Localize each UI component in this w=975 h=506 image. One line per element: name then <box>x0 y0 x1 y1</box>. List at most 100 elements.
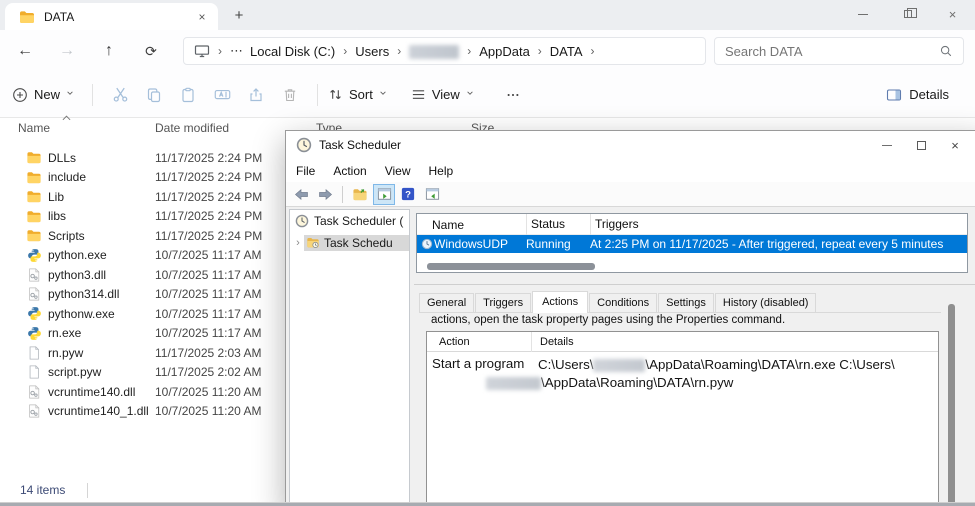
file-date-modified: 11/17/2025 2:24 PM <box>155 229 262 243</box>
status-bar: 14 items <box>0 478 283 502</box>
tree-item-task-scheduler-local[interactable]: Task Scheduler ( <box>290 210 409 231</box>
refresh-button[interactable]: ⟳ <box>134 43 168 60</box>
rename-button[interactable] <box>205 86 239 103</box>
ts-tab[interactable]: Triggers <box>475 293 531 312</box>
back-button[interactable]: ← <box>8 42 42 60</box>
forward-button[interactable] <box>314 184 336 205</box>
breadcrumb-segment[interactable]: Local Disk (C:) <box>250 44 335 59</box>
file-row[interactable]: Lib 11/17/2025 2:24 PM <box>0 187 283 207</box>
column-header-name[interactable]: Name <box>417 218 526 232</box>
view-lines-icon <box>411 87 426 102</box>
actions-list-panel: Action Details Start a program C:\Users\… <box>426 331 939 506</box>
restore-button[interactable] <box>885 0 930 28</box>
pane-splitter[interactable] <box>414 284 975 285</box>
new-tab-button[interactable]: + <box>228 5 250 27</box>
file-row[interactable]: python3.dll 10/7/2025 11:17 AM <box>0 265 283 285</box>
breadcrumb-segment[interactable] <box>409 43 459 59</box>
file-row[interactable]: rn.exe 10/7/2025 11:17 AM <box>0 324 283 344</box>
column-header-triggers[interactable]: Triggers <box>590 214 967 235</box>
explorer-tab-active[interactable]: DATA × <box>5 3 218 30</box>
toolbar-divider <box>92 84 93 106</box>
window-bottom-edge <box>0 502 975 506</box>
paste-button[interactable] <box>171 87 205 103</box>
tree-item-task-scheduler-library[interactable]: › Task Schedu <box>290 232 409 253</box>
file-icon <box>26 364 42 380</box>
file-row[interactable]: vcruntime140.dll 10/7/2025 11:20 AM <box>0 382 283 402</box>
view-button[interactable]: View <box>411 87 474 102</box>
menu-item[interactable]: Help <box>429 164 454 178</box>
action-row[interactable]: Start a program C:\Users\\AppData\Roamin… <box>427 352 938 392</box>
breadcrumb-chevron-icon: › <box>591 44 595 58</box>
file-row[interactable]: python314.dll 10/7/2025 11:17 AM <box>0 285 283 305</box>
menu-bar: File Action View Help <box>286 159 975 182</box>
up-button[interactable]: ↑ <box>92 42 126 60</box>
file-row[interactable]: DLLs 11/17/2025 2:24 PM <box>0 148 283 168</box>
show-hide-tree-folder-button[interactable] <box>349 184 371 205</box>
details-line-1: C:\Users\\AppData\Roaming\DATA\rn.exe C:… <box>538 357 895 372</box>
file-row[interactable]: libs 11/17/2025 2:24 PM <box>0 207 283 227</box>
sort-label: Sort <box>349 87 373 102</box>
file-row[interactable]: script.pyw 11/17/2025 2:02 AM <box>0 363 283 383</box>
ts-tab[interactable]: General <box>419 293 474 312</box>
menu-item[interactable]: File <box>296 164 315 178</box>
delete-button[interactable] <box>273 87 307 103</box>
breadcrumb[interactable]: › ⋯ Local Disk (C:) › Users › <box>183 37 706 65</box>
share-button[interactable] <box>239 87 273 103</box>
column-header-date-modified[interactable]: Date modified <box>155 121 229 135</box>
ts-tab[interactable]: Actions <box>532 291 588 313</box>
breadcrumb-segment[interactable]: AppData <box>479 44 530 59</box>
window-title: Task Scheduler <box>319 138 401 152</box>
back-button[interactable] <box>290 184 312 205</box>
new-button[interactable]: New <box>12 87 74 103</box>
console-tree-toggle-button[interactable] <box>373 184 395 205</box>
cut-button[interactable] <box>103 86 137 103</box>
more-options-button[interactable] <box>496 88 530 102</box>
file-row[interactable]: rn.pyw 11/17/2025 2:03 AM <box>0 343 283 363</box>
vertical-scrollbar-thumb[interactable] <box>948 304 955 506</box>
column-header-name[interactable]: Name <box>18 121 50 135</box>
sort-button[interactable]: Sort <box>328 87 387 102</box>
folder-clock-icon <box>306 236 320 249</box>
file-row[interactable]: include 11/17/2025 2:24 PM <box>0 168 283 188</box>
file-icon <box>26 345 42 361</box>
minimize-button[interactable] <box>840 0 885 28</box>
file-row[interactable]: pythonw.exe 10/7/2025 11:17 AM <box>0 304 283 324</box>
vertical-scrollbar[interactable] <box>946 301 957 506</box>
task-scheduler-title-bar[interactable]: Task Scheduler × <box>286 131 975 159</box>
file-row[interactable]: Scripts 11/17/2025 2:24 PM <box>0 226 283 246</box>
this-pc-icon[interactable] <box>194 43 210 59</box>
breadcrumb-overflow-icon[interactable]: ⋯ <box>230 43 244 59</box>
ts-tab[interactable]: Settings <box>658 293 714 312</box>
file-row[interactable]: vcruntime140_1.dll 10/7/2025 11:20 AM <box>0 402 283 422</box>
close-button[interactable]: × <box>930 0 975 28</box>
clock-icon <box>295 214 309 228</box>
action-pane-toggle-button[interactable] <box>421 184 443 205</box>
details-pane-button[interactable]: Details <box>886 87 963 103</box>
column-header-action[interactable]: Action <box>427 336 531 348</box>
task-scheduler-window: Task Scheduler × File Action View Help <box>285 130 975 506</box>
task-row-selected[interactable]: WindowsUDP Running At 2:25 PM on 11/17/2… <box>417 235 967 253</box>
copy-button[interactable] <box>137 87 171 103</box>
ts-tab[interactable]: Conditions <box>589 293 657 312</box>
column-header-details[interactable]: Details <box>531 332 938 352</box>
close-button[interactable]: × <box>938 131 972 159</box>
menu-item[interactable]: Action <box>333 164 366 178</box>
ts-tab[interactable]: History (disabled) <box>715 293 817 312</box>
breadcrumb-segment[interactable]: Users <box>355 44 389 59</box>
column-header-status[interactable]: Status <box>526 214 590 235</box>
help-button[interactable]: ? <box>397 184 419 205</box>
file-name: pythonw.exe <box>48 307 115 321</box>
file-row[interactable]: python.exe 10/7/2025 11:17 AM <box>0 246 283 266</box>
task-clock-icon <box>421 238 433 250</box>
forward-button[interactable]: → <box>50 42 84 60</box>
search-box[interactable]: Search DATA <box>714 37 964 65</box>
menu-item[interactable]: View <box>385 164 411 178</box>
tree-expander-icon[interactable]: › <box>292 237 304 249</box>
minimize-button[interactable] <box>870 131 904 159</box>
breadcrumb-chevron-icon: › <box>218 44 222 58</box>
file-date-modified: 10/7/2025 11:20 AM <box>155 385 262 399</box>
maximize-button[interactable] <box>904 131 938 159</box>
breadcrumb-segment[interactable]: DATA <box>550 44 583 59</box>
tab-close-icon[interactable]: × <box>194 9 210 25</box>
horizontal-scrollbar-thumb[interactable] <box>427 263 595 270</box>
